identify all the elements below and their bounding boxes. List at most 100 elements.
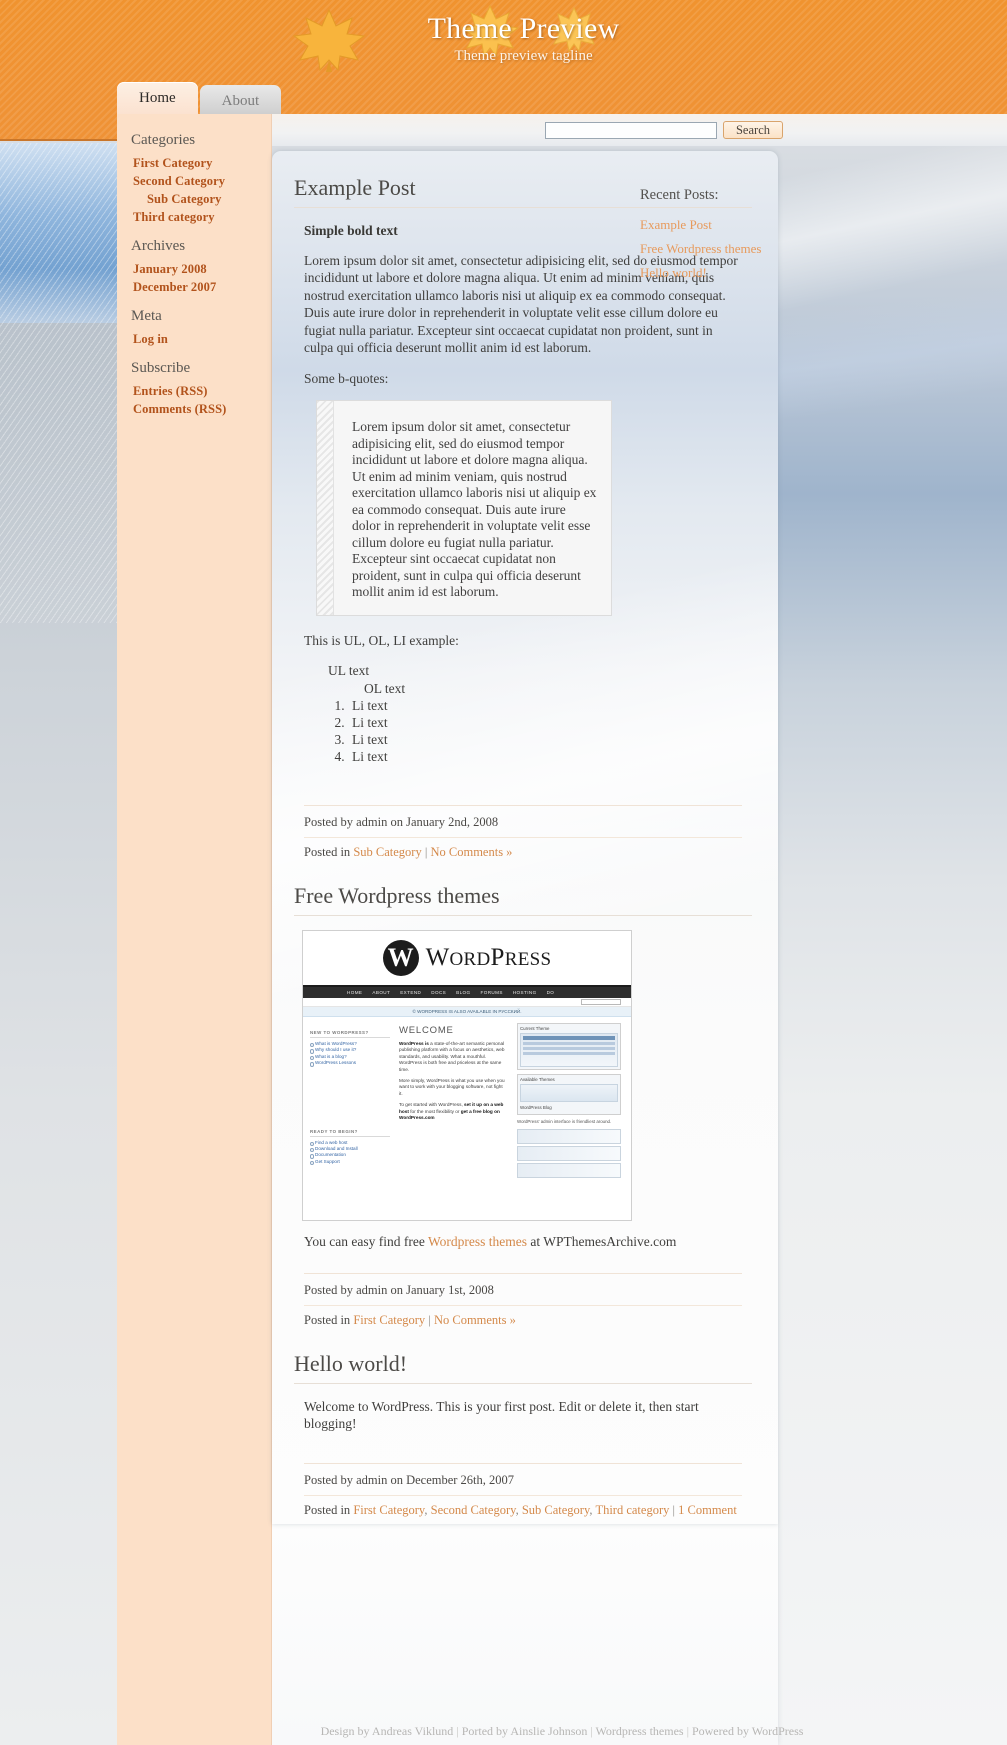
post-title: Free Wordpress themes (294, 883, 752, 916)
nested-list: OL text (328, 680, 752, 698)
category-link[interactable]: First Category (353, 1503, 424, 1517)
post-meta-author-date: Posted by admin on December 26th, 2007 (304, 1472, 515, 1487)
post-title: Hello world! (294, 1351, 752, 1384)
sidebar-heading-categories: Categories (131, 132, 196, 148)
sidebar-item-third-category[interactable]: Third category (117, 208, 271, 226)
wp-nav-item: DO (546, 990, 555, 995)
sidebar-list-meta: Log in (117, 330, 271, 348)
comments-link[interactable]: No Comments » (434, 1313, 516, 1327)
category-link[interactable]: Sub Category (353, 845, 421, 859)
post-meta-categories: Posted in Sub Category | No Comments » (304, 837, 742, 861)
post-spacer (294, 861, 752, 883)
wp-column-left: NEW TO WORDPRESS? What is WordPress? Why… (303, 1017, 395, 1220)
recent-post-hello-world[interactable]: Hello world! (640, 265, 707, 281)
search-button[interactable]: Search (722, 121, 783, 139)
category-link[interactable]: Sub Category (522, 1503, 590, 1517)
post-meta-author-date: Posted by admin on January 2nd, 2008 (304, 815, 499, 829)
meta-comma: , (589, 1502, 593, 1517)
sidebar-heading-subscribe: Subscribe (131, 360, 191, 376)
wordpress-themes-link[interactable]: Wordpress themes (428, 1234, 527, 1249)
wp-nav-item: DOCS (431, 990, 447, 995)
recent-posts-list: Example Post Free Wordpress themes Hello… (640, 216, 800, 282)
footer-link-design[interactable]: Design by Andreas Viklund (321, 1724, 454, 1738)
sidebar-item-entries-rss[interactable]: Entries (RSS) (117, 382, 271, 400)
list-intro-wrap: This is UL, OL, LI example: (294, 632, 752, 650)
caption-prefix: You can easy find free (304, 1234, 428, 1249)
footer-separator: | (453, 1724, 462, 1738)
list-intro: This is UL, OL, LI example: (304, 632, 459, 648)
comments-link[interactable]: No Comments » (430, 845, 512, 859)
meta-separator: | (424, 845, 428, 859)
wp-theme-name: WordPress Blog (520, 1105, 552, 1110)
recent-post-free-wordpress-themes[interactable]: Free Wordpress themes (640, 241, 761, 257)
tab-home[interactable]: Home (117, 82, 198, 114)
post-meta: Posted by admin on January 1st, 2008 Pos… (304, 1272, 742, 1329)
post-meta-categories: Posted in First Category | No Comments » (304, 1304, 742, 1329)
wp-label-new: NEW TO WORDPRESS? (310, 1030, 390, 1038)
posted-in-label: Posted in (304, 845, 351, 859)
post-caption: You can easy find free Wordpress themes … (294, 1233, 752, 1251)
post-meta: Posted by admin on December 26th, 2007 P… (304, 1462, 742, 1524)
posted-in-label: Posted in (304, 1312, 351, 1327)
masthead: Theme Preview Theme preview tagline (0, 0, 1007, 82)
sidebar-item-comments-rss[interactable]: Comments (RSS) (117, 400, 271, 418)
recent-posts-widget: Recent Posts: Example Post Free Wordpres… (640, 186, 800, 288)
tab-about[interactable]: About (199, 85, 282, 114)
footer-link-themes[interactable]: Wordpress themes (596, 1724, 684, 1738)
category-link[interactable]: Second Category (431, 1503, 516, 1517)
post-paragraph: Welcome to WordPress. This is your first… (304, 1398, 699, 1432)
search-input[interactable] (544, 121, 717, 139)
wp-available-themes-box: Available Themes WordPress Blog (517, 1074, 621, 1115)
recent-post-example-post[interactable]: Example Post (640, 217, 712, 233)
wp-nav-item: FORUMS (480, 990, 503, 995)
wp-label-begin: READY TO BEGIN? (310, 1129, 390, 1137)
sidebar-heading-archives: Archives (131, 238, 186, 254)
ordered-list-demo: Li text Li text Li text Li text (294, 697, 752, 765)
wp-search-strip (303, 998, 631, 1007)
ol-label: OL text (364, 680, 406, 696)
post-content: Welcome to WordPress. This is your first… (294, 1398, 752, 1433)
ul-item: UL text (328, 663, 370, 678)
sidebar-item-january-2008[interactable]: January 2008 (117, 260, 271, 278)
posted-in-label: Posted in (304, 1502, 351, 1517)
wp-welcome-heading: WELCOME (399, 1025, 454, 1036)
wp-nav-item: HOME (347, 990, 363, 995)
blockquote: Lorem ipsum dolor sit amet, consectetur … (316, 400, 612, 616)
wp-columns: NEW TO WORDPRESS? What is WordPress? Why… (303, 1017, 631, 1220)
post-meta: Posted by admin on January 2nd, 2008 Pos… (304, 805, 742, 861)
post-hello-world: Hello world! Welcome to WordPress. This … (294, 1351, 752, 1524)
footer-link-ported[interactable]: Ported by Ainslie Johnson (462, 1724, 588, 1738)
wp-logo: W WORDPRESS (303, 931, 631, 987)
sidebar-heading-meta: Meta (131, 308, 162, 324)
sidebar-item-december-2007[interactable]: December 2007 (117, 278, 271, 296)
site-branding: Theme Preview Theme preview tagline (0, 12, 1007, 66)
footer-separator: | (683, 1724, 692, 1738)
sidebar-item-first-category[interactable]: First Category (117, 154, 271, 172)
content-card-footer-area (272, 1524, 778, 1745)
wordpress-mark-icon: W (382, 940, 419, 976)
sidebar-item-sub-category[interactable]: Sub Category (117, 190, 271, 208)
category-link[interactable]: First Category (353, 1313, 425, 1327)
primary-navigation[interactable]: Home About (117, 82, 283, 114)
unordered-list-demo: UL text OL text (294, 662, 752, 697)
sidebar-item-second-category[interactable]: Second Category (117, 172, 271, 190)
wp-link: WordPress Lessons (310, 1060, 390, 1068)
wordpress-screenshot-image: W WORDPRESS HOME ABOUT EXTEND DOCS BLOG … (302, 930, 632, 1221)
post-free-wordpress-themes: Free Wordpress themes W WORDPRESS HOME A… (294, 883, 752, 1329)
blockquote-intro: Some b-quotes: (304, 370, 389, 386)
meta-comma: , (515, 1502, 519, 1517)
category-link[interactable]: Third category (595, 1503, 669, 1517)
meta-separator: | (672, 1502, 676, 1517)
wp-column-middle: WELCOME WordPress is a state-of-the-art … (395, 1017, 513, 1220)
footer-link-powered[interactable]: Powered by WordPress (692, 1724, 803, 1738)
sidebar-list-subscribe: Entries (RSS) Comments (RSS) (117, 382, 271, 418)
site-title: Theme Preview (427, 12, 620, 45)
meta-comma: , (424, 1502, 428, 1517)
wp-paragraph-3: To get started with WordPress, set it up… (399, 1102, 504, 1121)
wp-image-stack (517, 1129, 621, 1178)
list-item: Li text (348, 748, 752, 765)
wp-paragraph-2: More simply, WordPress is what you use w… (399, 1078, 505, 1096)
wp-current-theme-box: Current Theme (517, 1023, 621, 1070)
sidebar-item-log-in[interactable]: Log in (117, 330, 271, 348)
list-item: Li text (348, 714, 752, 731)
